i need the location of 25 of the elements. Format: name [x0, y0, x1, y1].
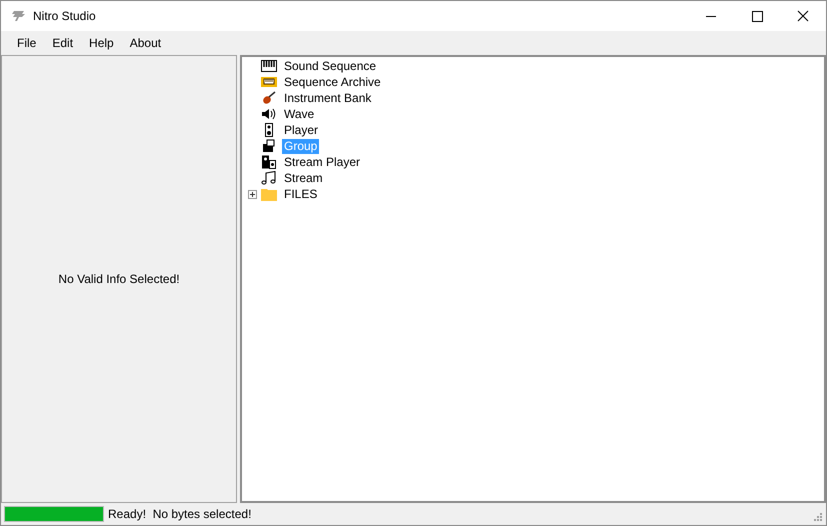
- expand-icon[interactable]: [248, 190, 257, 198]
- speaker-icon: [261, 107, 277, 121]
- menu-item[interactable]: Help: [81, 36, 122, 50]
- app-logo-icon: [11, 9, 27, 23]
- tree-item[interactable]: Sound Sequence: [282, 58, 378, 74]
- tree-item[interactable]: Sequence Archive: [282, 74, 383, 90]
- piano-keys-icon: [261, 59, 277, 73]
- resize-grip-icon[interactable]: [813, 512, 823, 522]
- tree-item[interactable]: Player: [282, 122, 320, 138]
- tree-item[interactable]: FILES: [282, 186, 320, 202]
- music-note-icon: [261, 171, 277, 185]
- tree-item[interactable]: Stream: [282, 170, 325, 186]
- keyboard-box-icon: [261, 75, 277, 89]
- tree-item[interactable]: Instrument Bank: [282, 90, 374, 106]
- speaker-stack-icon: [261, 155, 277, 169]
- tree-view[interactable]: Sound Sequence Sequence Archive Instrument Bank Wave Player Group Stream Player Stream FILES: [240, 55, 826, 503]
- info-message: No Valid Info Selected!: [58, 272, 180, 286]
- tree-item[interactable]: Stream Player: [282, 154, 362, 170]
- menu-item[interactable]: Edit: [44, 36, 82, 50]
- window-title: Nitro Studio: [33, 9, 96, 23]
- tree-item[interactable]: Wave: [282, 106, 316, 122]
- menu-item[interactable]: About: [122, 36, 170, 50]
- status-text: Ready! No bytes selected!: [108, 507, 252, 521]
- menu-item[interactable]: File: [9, 36, 44, 50]
- folder-icon: [261, 187, 277, 201]
